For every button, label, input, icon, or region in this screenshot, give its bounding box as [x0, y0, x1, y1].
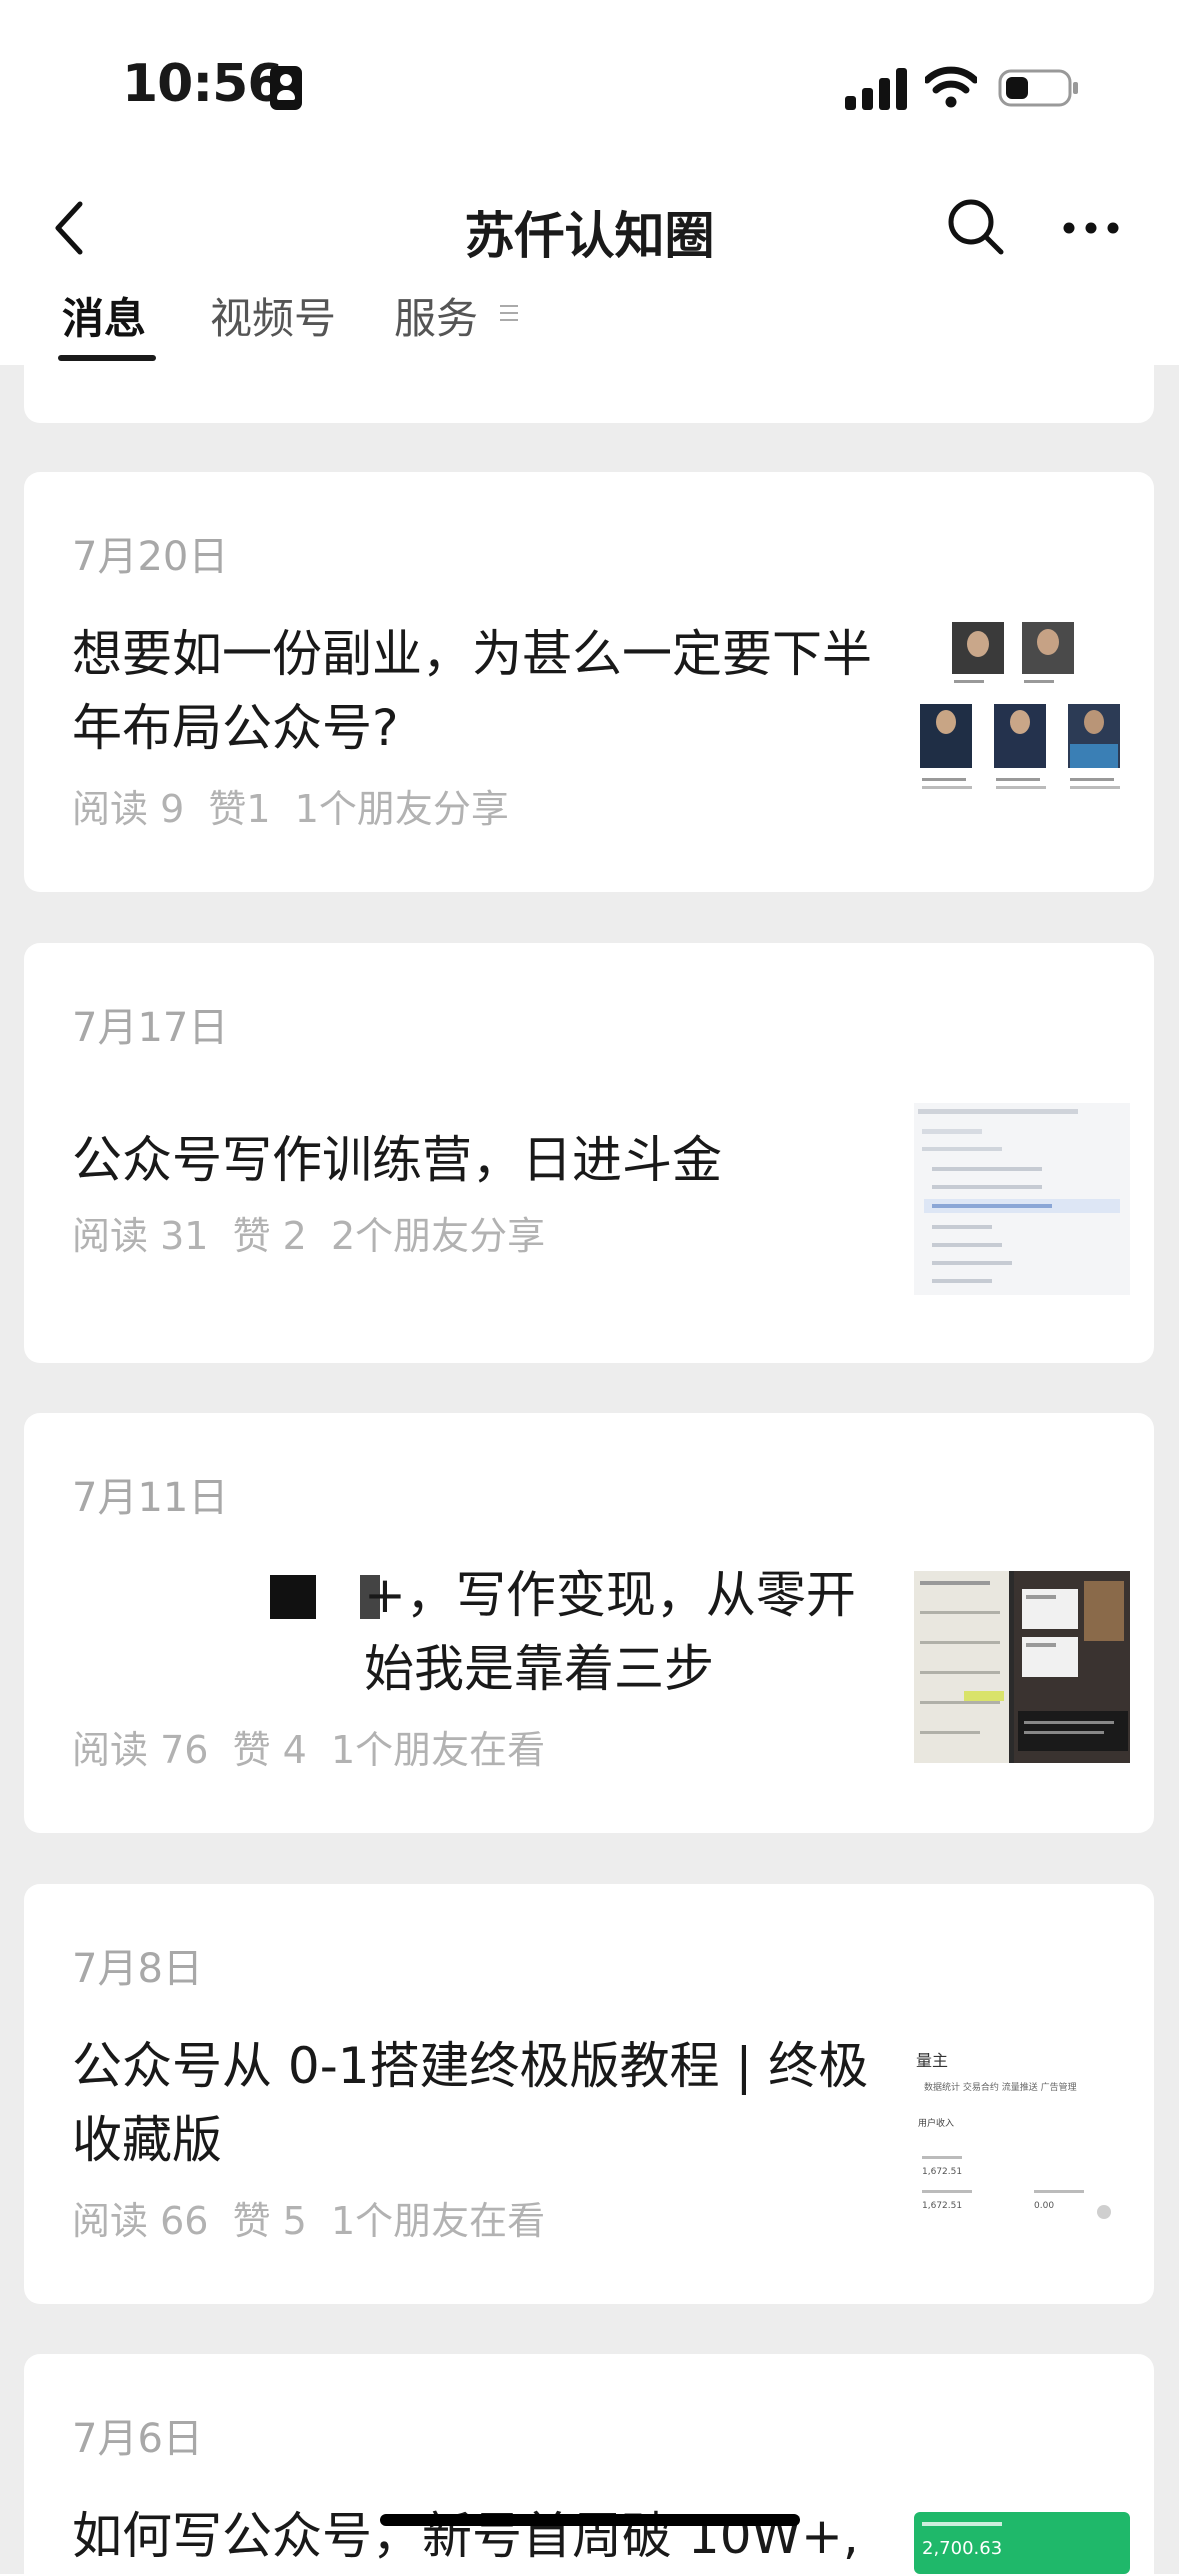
thumbnail-value: 0.00 — [1034, 2201, 1054, 2211]
article-date: 7月11日 — [72, 1475, 229, 1521]
battery-icon — [998, 69, 1078, 107]
tab-services[interactable]: 服务 — [394, 285, 478, 346]
article-title[interactable]: +，写作变现，从零开始我是靠着三步 — [364, 1558, 894, 1706]
article-thumbnail[interactable] — [914, 1103, 1130, 1295]
article-thumbnail[interactable] — [914, 1571, 1130, 1763]
article-stats: 阅读 31 赞 2 2个朋友分享 — [72, 1214, 546, 1258]
status-time: 10:56 — [122, 54, 284, 114]
article-card[interactable]: 7月17日 公众号写作训练营，日进斗金 阅读 31 赞 2 2个朋友分享 — [24, 943, 1154, 1363]
home-indicator[interactable] — [380, 2514, 800, 2526]
article-title[interactable]: 如何写公众号，新号首周破 10W+, — [72, 2499, 902, 2573]
article-title[interactable]: 想要如一份副业，为甚么一定要下半年布局公众号? — [72, 617, 902, 765]
thumbnail-tabs: 数据统计 交易合约 流量推送 广告管理 — [924, 2081, 1077, 2093]
active-tab-indicator — [58, 355, 156, 361]
search-icon[interactable] — [945, 196, 1007, 258]
thumbnail-header: 量主 — [916, 2051, 948, 2070]
article-date: 7月17日 — [72, 1005, 229, 1051]
thumbnail-value: 1,672.51 — [922, 2201, 962, 2211]
article-card-partial[interactable] — [24, 365, 1154, 423]
top-bar: 10:56 苏仟认知圈 消息 视频号 服务 — [0, 0, 1179, 365]
article-thumbnail[interactable]: 量主 数据统计 交易合约 流量推送 广告管理 用户收入 1,672.51 1,6… — [914, 2044, 1130, 2236]
more-options-icon[interactable] — [1062, 208, 1120, 248]
tab-channels[interactable]: 视频号 — [210, 285, 336, 346]
article-title[interactable]: 公众号写作训练营，日进斗金 — [72, 1123, 902, 1197]
thumbnail-subtitle: 用户收入 — [918, 2117, 954, 2129]
thumbnail-value: 1,672.51 — [922, 2167, 962, 2177]
article-stats: 阅读 9 赞1 1个朋友分享 — [72, 787, 509, 831]
tab-bar: 消息 视频号 服务 — [0, 285, 1179, 365]
article-title[interactable]: 公众号从 0-1搭建终极版教程 | 终极收藏版 — [72, 2029, 902, 2177]
menu-icon[interactable] — [500, 305, 518, 327]
article-date: 7月6日 — [72, 2416, 203, 2462]
article-card[interactable]: 7月20日 想要如一份副业，为甚么一定要下半年布局公众号? 阅读 9 赞1 1个… — [24, 472, 1154, 892]
article-card[interactable]: 7月11日 +，写作变现，从零开始我是靠着三步 阅读 76 赞 4 1个朋友在看 — [24, 1413, 1154, 1833]
article-date: 7月8日 — [72, 1946, 203, 1992]
article-card[interactable]: 7月8日 公众号从 0-1搭建终极版教程 | 终极收藏版 阅读 66 赞 5 1… — [24, 1884, 1154, 2304]
contact-card-icon — [270, 66, 302, 110]
article-thumbnail[interactable]: 2,700.63 — [914, 2512, 1130, 2574]
cellular-signal-icon — [845, 68, 907, 110]
article-stats: 阅读 76 赞 4 1个朋友在看 — [72, 1728, 546, 1772]
article-stats: 阅读 66 赞 5 1个朋友在看 — [72, 2199, 546, 2243]
article-date: 7月20日 — [72, 534, 229, 580]
redacted-block — [270, 1575, 316, 1619]
article-thumbnail[interactable] — [914, 622, 1130, 820]
wifi-icon — [925, 66, 977, 108]
article-card[interactable]: 7月6日 如何写公众号，新号首周破 10W+, 2,700.63 — [24, 2354, 1154, 2574]
tab-messages[interactable]: 消息 — [62, 285, 146, 346]
